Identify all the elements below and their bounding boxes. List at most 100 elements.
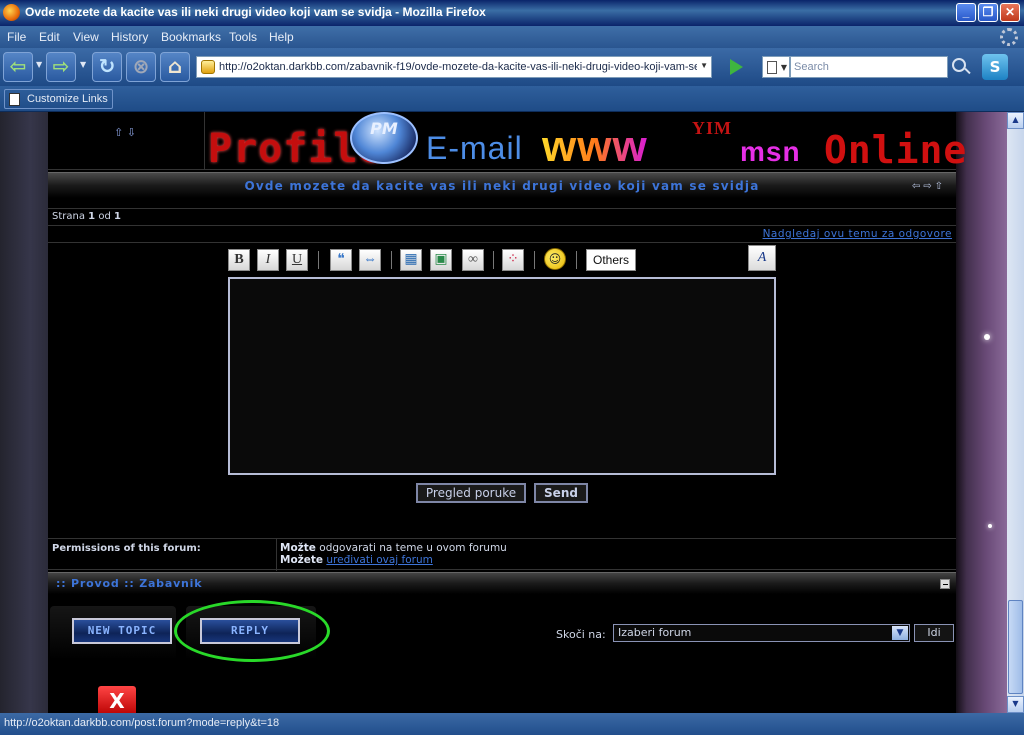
scroll-up-icon[interactable]: ▲ <box>1007 112 1024 129</box>
vertical-scrollbar[interactable]: ▲ ▼ <box>1007 112 1024 713</box>
online-status-badge: Online <box>824 128 968 172</box>
color-palette-icon[interactable]: ⁘ <box>502 249 524 271</box>
insert-table-icon[interactable]: ▦ <box>400 249 422 271</box>
site-favicon-icon <box>201 60 215 74</box>
reload-button[interactable]: ↻ <box>92 52 122 82</box>
toolbar-divider <box>493 251 494 269</box>
throbber-icon <box>1000 28 1018 46</box>
new-topic-label: NEW TOPIC <box>72 618 172 644</box>
navigation-toolbar: ⇦ ▼ ⇨ ▼ ↻ ⊗ ⌂ http://o2oktan.darkbb.com/… <box>0 48 1024 86</box>
font-size-icon[interactable]: A <box>748 245 776 271</box>
forum-container: ⇧ ⇩ Profile PM E-mail www YIM msn Online… <box>48 112 966 713</box>
www-button[interactable]: www <box>542 122 648 172</box>
delete-x-icon[interactable]: X <box>98 686 136 713</box>
home-button[interactable]: ⌂ <box>160 52 190 82</box>
forum-jump-value: Izaberi forum <box>618 626 692 639</box>
bold-button[interactable]: B <box>228 249 250 271</box>
address-dropdown-icon[interactable]: ▼ <box>700 61 708 70</box>
window-title: Ovde mozete da kacite vas ili neki drugi… <box>25 5 486 19</box>
topic-nav-arrows-icon[interactable]: ⇦⇨⇧ <box>912 181 946 192</box>
scroll-down-icon[interactable]: ▼ <box>1007 696 1024 713</box>
back-history-dropdown-icon[interactable]: ▼ <box>36 60 42 69</box>
jump-go-button[interactable]: Idi <box>914 624 954 642</box>
italic-button[interactable]: I <box>257 249 279 271</box>
address-url: http://o2oktan.darkbb.com/zabavnik-f19/o… <box>219 61 697 73</box>
preview-button[interactable]: Pregled poruke <box>416 483 526 503</box>
search-input[interactable]: Search <box>790 56 948 78</box>
others-button[interactable]: Others <box>586 249 636 271</box>
status-text: http://o2oktan.darkbb.com/post.forum?mod… <box>4 717 280 729</box>
underline-button[interactable]: U <box>286 249 308 271</box>
chevron-down-icon: ▼ <box>892 626 908 640</box>
search-icon[interactable] <box>952 58 966 72</box>
insert-image-icon[interactable]: ▣ <box>430 249 452 271</box>
breadcrumb-text: :: Provod :: Zabavnik <box>56 577 202 590</box>
pm-button[interactable]: PM <box>350 112 418 164</box>
menu-bookmarks[interactable]: Bookmarks <box>161 30 221 44</box>
menu-tools[interactable]: Tools <box>229 30 257 44</box>
menu-view[interactable]: View <box>73 30 99 44</box>
menu-help[interactable]: Help <box>269 30 294 44</box>
topic-title-bar: Ovde mozete da kacite vas ili neki drugi… <box>48 172 956 198</box>
email-button[interactable]: E-mail <box>426 130 523 167</box>
collapse-icon[interactable] <box>940 579 950 589</box>
skype-icon[interactable]: S <box>982 54 1008 80</box>
forward-history-dropdown-icon[interactable]: ▼ <box>80 60 86 69</box>
bookmarks-toolbar: Customize Links <box>0 86 1024 112</box>
divider <box>204 112 205 170</box>
breadcrumb-zabavnik[interactable]: Zabavnik <box>139 577 202 590</box>
page-current: 1 <box>88 211 96 222</box>
topic-title: Ovde mozete da kacite vas ili neki drugi… <box>244 179 760 193</box>
perm-line2-bold: Možete <box>280 554 324 566</box>
page-label: Strana <box>52 211 85 222</box>
jump-label: Skoči na: <box>556 628 606 641</box>
bookmark-customize-links[interactable]: Customize Links <box>4 89 113 109</box>
message-textarea[interactable] <box>228 277 776 475</box>
search-engine-dropdown-icon: ▼ <box>780 63 787 72</box>
address-bar[interactable]: http://o2oktan.darkbb.com/zabavnik-f19/o… <box>196 56 712 78</box>
menu-bar: File Edit View History Bookmarks Tools H… <box>0 26 1024 48</box>
permissions-label: Permissions of this forum: <box>52 543 201 554</box>
go-arrow-icon[interactable] <box>730 59 743 75</box>
page-viewport: ⇧ ⇩ Profile PM E-mail www YIM msn Online… <box>0 112 1007 713</box>
quote-icon[interactable]: ❝ <box>330 249 352 271</box>
firefox-icon <box>3 4 20 21</box>
close-button[interactable]: ✕ <box>1000 3 1020 22</box>
perm-line1-bold: Možte <box>280 542 316 554</box>
code-icon[interactable]: ⇔ <box>359 249 381 271</box>
toolbar-divider <box>534 251 535 269</box>
forum-jump-select[interactable]: Izaberi forum ▼ <box>613 624 910 642</box>
minimize-button[interactable]: _ <box>956 3 976 22</box>
status-bar: http://o2oktan.darkbb.com/post.forum?mod… <box>0 713 1024 735</box>
menu-edit[interactable]: Edit <box>39 30 60 44</box>
highlight-circle <box>174 600 330 662</box>
insert-link-icon[interactable]: ∞ <box>462 249 484 271</box>
sort-arrows-icon[interactable]: ⇧ ⇩ <box>114 126 136 139</box>
pagination-info: Strana 1 od 1 <box>48 208 956 226</box>
bookmark-label: Customize Links <box>27 93 108 105</box>
watch-topic-link[interactable]: Nadgledaj ovu temu za odgovore <box>763 228 952 240</box>
scroll-thumb[interactable] <box>1008 600 1023 694</box>
stop-button[interactable]: ⊗ <box>126 52 156 82</box>
divider <box>276 539 277 571</box>
page-sep: od <box>98 211 111 222</box>
send-button[interactable]: Send <box>534 483 588 503</box>
back-button[interactable]: ⇦ <box>3 52 33 82</box>
star-decoration <box>984 334 990 340</box>
msn-button[interactable]: msn <box>740 136 801 168</box>
search-engine-selector[interactable]: ▼ <box>762 56 790 78</box>
smiley-icon[interactable]: ☺ <box>544 248 566 270</box>
menu-file[interactable]: File <box>7 30 26 44</box>
page-total: 1 <box>113 211 121 222</box>
breadcrumb-sep: :: <box>56 577 67 590</box>
search-engine-page-icon <box>767 61 777 74</box>
edit-forum-link[interactable]: uređivati ovaj forum <box>326 554 432 566</box>
menu-history[interactable]: History <box>111 30 148 44</box>
restore-button[interactable]: ❐ <box>978 3 998 22</box>
quick-reply-editor: B I U ❝ ⇔ ▦ ▣ ∞ ⁘ ☺ Others A Pregled por… <box>48 242 956 538</box>
breadcrumb-provod[interactable]: Provod <box>71 577 119 590</box>
new-topic-button[interactable]: NEW TOPIC <box>50 606 176 660</box>
forward-button[interactable]: ⇨ <box>46 52 76 82</box>
yim-button[interactable]: YIM <box>692 118 732 138</box>
toolbar-divider <box>391 251 392 269</box>
